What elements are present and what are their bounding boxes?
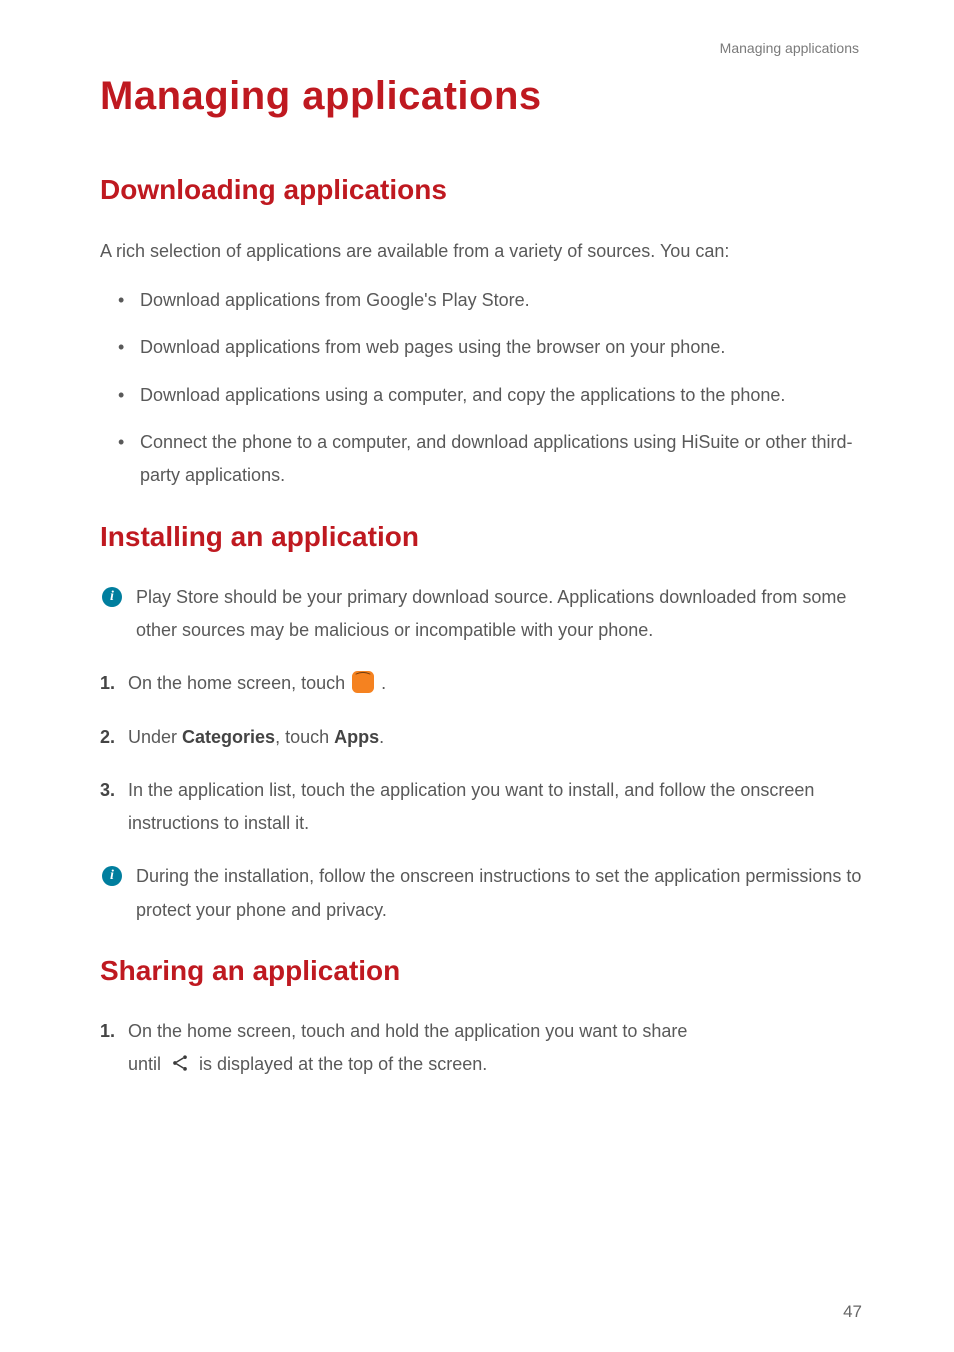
share-icon bbox=[170, 1053, 190, 1073]
app-store-icon bbox=[352, 671, 374, 693]
step2-bold-apps: Apps bbox=[334, 727, 379, 747]
list-item: Download applications from Google's Play… bbox=[118, 284, 864, 317]
sharing-step1-line1: On the home screen, touch and hold the a… bbox=[128, 1021, 687, 1041]
step1-suffix: . bbox=[381, 673, 386, 693]
downloading-intro: A rich selection of applications are ava… bbox=[100, 234, 864, 268]
step2-mid: , touch bbox=[275, 727, 334, 747]
running-header: Managing applications bbox=[100, 40, 859, 56]
page-title: Managing applications bbox=[100, 74, 864, 119]
step1-prefix: On the home screen, touch bbox=[128, 673, 350, 693]
info-text: Play Store should be your primary downlo… bbox=[136, 581, 864, 648]
list-item: Download applications from web pages usi… bbox=[118, 331, 864, 364]
section-heading-downloading: Downloading applications bbox=[100, 174, 864, 206]
sharing-steps: On the home screen, touch and hold the a… bbox=[100, 1015, 864, 1082]
list-item: Connect the phone to a computer, and dow… bbox=[118, 426, 864, 493]
info-icon: i bbox=[102, 866, 122, 886]
installing-steps: On the home screen, touch . Under Catego… bbox=[100, 667, 864, 840]
sharing-step1-suffix: is displayed at the top of the screen. bbox=[199, 1054, 487, 1074]
step-item: In the application list, touch the appli… bbox=[100, 774, 864, 841]
info-text: During the installation, follow the onsc… bbox=[136, 860, 864, 927]
info-icon: i bbox=[102, 587, 122, 607]
step-item: Under Categories, touch Apps. bbox=[100, 721, 864, 754]
page-number: 47 bbox=[843, 1302, 862, 1322]
step2-bold-categories: Categories bbox=[182, 727, 275, 747]
step-item: On the home screen, touch and hold the a… bbox=[100, 1015, 864, 1082]
sharing-step1-prefix: until bbox=[128, 1054, 166, 1074]
downloading-bullet-list: Download applications from Google's Play… bbox=[118, 284, 864, 492]
step2-suffix: . bbox=[379, 727, 384, 747]
list-item: Download applications using a computer, … bbox=[118, 379, 864, 412]
info-note-permissions: i During the installation, follow the on… bbox=[100, 860, 864, 927]
step2-prefix: Under bbox=[128, 727, 182, 747]
step-item: On the home screen, touch . bbox=[100, 667, 864, 700]
info-note-primary-source: i Play Store should be your primary down… bbox=[100, 581, 864, 648]
section-heading-sharing: Sharing an application bbox=[100, 955, 864, 987]
section-heading-installing: Installing an application bbox=[100, 521, 864, 553]
